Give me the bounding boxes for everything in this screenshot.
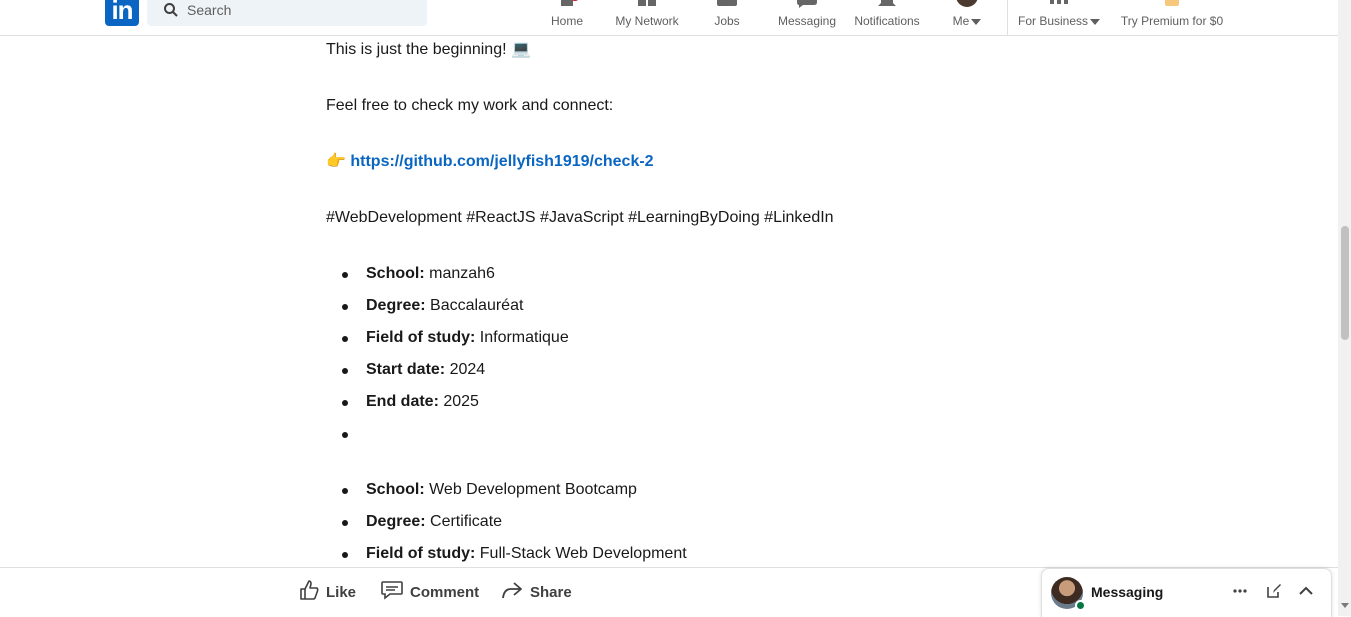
chevron-down-icon xyxy=(971,18,982,25)
nav-jobs-label: Jobs xyxy=(714,14,740,28)
nav-messaging-label: Messaging xyxy=(777,14,837,28)
like-label: Like xyxy=(326,583,357,601)
like-button[interactable]: Like xyxy=(298,580,356,604)
nav-divider xyxy=(1007,0,1008,35)
nav-me[interactable]: Me xyxy=(947,0,987,35)
grid-icon xyxy=(1048,0,1070,11)
share-button[interactable]: Share xyxy=(500,580,572,604)
chevron-up-icon[interactable] xyxy=(1298,583,1314,604)
share-icon xyxy=(500,579,524,605)
nav-jobs[interactable]: Jobs xyxy=(705,0,749,35)
nav-my-network-label: My Network xyxy=(615,14,679,28)
comment-icon xyxy=(380,579,404,605)
nav-notifications-label: Notifications xyxy=(854,14,920,28)
nav-notifications[interactable]: Notifications xyxy=(852,0,922,35)
list-item-empty xyxy=(326,424,569,456)
github-link[interactable]: https://github.com/jellyfish1919/check-2 xyxy=(350,153,653,170)
search-icon xyxy=(163,2,179,23)
nav-me-label: Me xyxy=(947,14,987,28)
post-line-beginning: This is just the beginning! 💻 xyxy=(326,41,531,58)
comment-label: Comment xyxy=(410,583,480,601)
post-hashtags[interactable]: #WebDevelopment #ReactJS #JavaScript #Le… xyxy=(326,208,834,228)
nav-my-network[interactable]: My Network xyxy=(609,0,685,35)
pointing-hand-emoji: 👉 xyxy=(326,153,346,170)
search-box[interactable] xyxy=(147,0,427,26)
nav-for-business[interactable]: For Business xyxy=(1016,0,1102,35)
premium-icon xyxy=(1161,0,1183,11)
messaging-icon xyxy=(795,0,819,11)
share-label: Share xyxy=(530,583,572,601)
bell-icon xyxy=(876,0,898,11)
post-link-line: 👉 https://github.com/jellyfish1919/check… xyxy=(326,152,654,172)
chevron-down-icon xyxy=(1090,18,1101,25)
list-item: Degree: Certificate xyxy=(326,512,687,544)
post-line-connect: Feel free to check my work and connect: xyxy=(326,97,614,114)
nav-home-label: Home xyxy=(550,14,583,28)
list-item: End date: 2025 xyxy=(326,392,569,424)
list-item: School: manzah6 xyxy=(326,264,569,296)
nav-try-premium[interactable]: Try Premium for $0 xyxy=(1118,0,1226,35)
nav-try-premium-label: Try Premium for $0 xyxy=(1120,14,1224,28)
nav-for-business-label: For Business xyxy=(1016,14,1102,28)
search-input[interactable] xyxy=(187,2,407,18)
scroll-down-arrow-icon[interactable] xyxy=(1341,603,1349,608)
list-item: Field of study: Informatique xyxy=(326,328,569,360)
online-status-dot xyxy=(1075,600,1086,611)
compose-icon[interactable] xyxy=(1266,583,1282,604)
linkedin-logo[interactable]: in xyxy=(105,0,139,26)
thumbs-up-icon xyxy=(298,579,320,605)
home-icon xyxy=(555,0,579,11)
education-list-1: School: manzah6 Degree: Baccalauréat Fie… xyxy=(326,264,569,456)
top-navigation: in Home My Network Jobs Messaging Notif xyxy=(0,0,1338,36)
nav-home[interactable]: Home xyxy=(542,0,592,35)
messaging-title[interactable]: Messaging xyxy=(1091,584,1163,600)
education-list-2: School: Web Development Bootcamp Degree:… xyxy=(326,480,687,576)
list-item: Degree: Baccalauréat xyxy=(326,296,569,328)
messaging-widget[interactable]: Messaging xyxy=(1041,568,1332,617)
nav-messaging[interactable]: Messaging xyxy=(774,0,840,35)
list-item: School: Web Development Bootcamp xyxy=(326,480,687,512)
page-scrollbar-thumb[interactable] xyxy=(1341,226,1349,340)
avatar xyxy=(955,0,979,11)
list-item: Start date: 2024 xyxy=(326,360,569,392)
briefcase-icon xyxy=(716,0,738,11)
more-options-icon[interactable] xyxy=(1232,583,1248,604)
comment-button[interactable]: Comment xyxy=(380,580,479,604)
network-icon xyxy=(636,0,658,11)
